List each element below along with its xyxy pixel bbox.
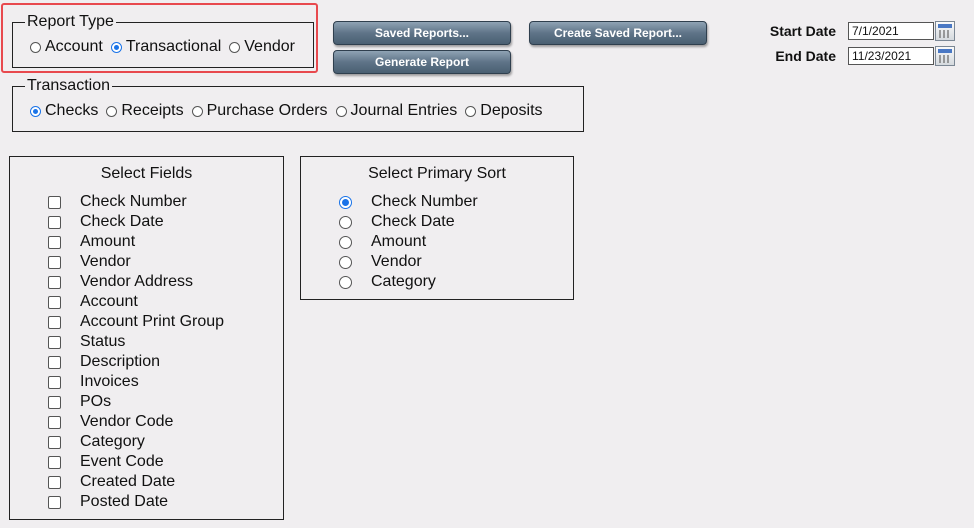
transaction-receipts[interactable]: Receipts (106, 102, 184, 120)
sort-item[interactable]: Check Date (339, 212, 455, 232)
radio-icon[interactable] (106, 105, 118, 117)
field-item[interactable]: Posted Date (48, 492, 168, 512)
field-item[interactable]: Account Print Group (48, 312, 224, 332)
end-date-input[interactable]: 11/23/2021 (848, 47, 934, 65)
generate-report-button[interactable]: Generate Report (333, 50, 511, 74)
end-date-label: End Date (775, 48, 836, 64)
checkbox-icon[interactable] (48, 475, 61, 489)
report-type-options: Account Transactional Vendor (30, 38, 299, 56)
checkbox-icon[interactable] (48, 255, 61, 269)
checkbox-icon[interactable] (48, 375, 61, 389)
select-fields-title: Select Fields (100, 165, 193, 182)
start-date-label: Start Date (769, 23, 836, 39)
sort-item[interactable]: Vendor (339, 252, 422, 272)
checkbox-icon[interactable] (48, 195, 61, 209)
radio-selected-icon[interactable] (30, 105, 41, 117)
start-date-input[interactable]: 7/1/2021 (848, 22, 934, 40)
radio-icon[interactable] (339, 255, 352, 269)
transaction-legend: Transaction (27, 77, 110, 94)
field-item[interactable]: Category (48, 432, 145, 452)
checkbox-icon[interactable] (48, 355, 61, 369)
transaction-journal-entries[interactable]: Journal Entries (335, 102, 457, 120)
end-date-calendar-icon[interactable] (935, 46, 955, 66)
checkbox-icon[interactable] (48, 435, 61, 449)
transaction-purchase-orders[interactable]: Purchase Orders (191, 102, 328, 120)
select-fields-panel: Select Fields Check Number Check Date Am… (9, 156, 284, 520)
transaction-deposits[interactable]: Deposits (465, 102, 543, 120)
radio-icon[interactable] (339, 235, 352, 249)
radio-icon[interactable] (465, 105, 477, 117)
checkbox-icon[interactable] (48, 215, 61, 229)
radio-icon[interactable] (339, 275, 352, 289)
field-item[interactable]: Vendor (48, 252, 131, 272)
report-type-account[interactable]: Account (30, 38, 103, 56)
primary-sort-panel: Select Primary Sort Check Number Check D… (300, 156, 574, 300)
primary-sort-title: Select Primary Sort (368, 165, 506, 182)
radio-icon[interactable] (229, 41, 241, 53)
checkbox-icon[interactable] (48, 415, 61, 429)
radio-icon[interactable] (339, 215, 352, 229)
start-date-calendar-icon[interactable] (935, 21, 955, 41)
create-saved-report-button[interactable]: Create Saved Report... (529, 21, 707, 45)
checkbox-icon[interactable] (48, 275, 61, 289)
sort-item[interactable]: Category (339, 272, 436, 292)
sort-item[interactable]: Amount (339, 232, 426, 252)
saved-reports-button[interactable]: Saved Reports... (333, 21, 511, 45)
checkbox-icon[interactable] (48, 315, 61, 329)
checkbox-icon[interactable] (48, 455, 61, 469)
field-item[interactable]: Created Date (48, 472, 175, 492)
transaction-checks[interactable]: Checks (30, 102, 98, 120)
field-item[interactable]: Vendor Address (48, 272, 193, 292)
field-item[interactable]: Amount (48, 232, 135, 252)
radio-icon[interactable] (335, 105, 347, 117)
transaction-options: Checks Receipts Purchase Orders Journal … (30, 102, 547, 120)
radio-selected-icon[interactable] (110, 41, 122, 53)
field-item[interactable]: POs (48, 392, 111, 412)
field-item[interactable]: Check Date (48, 212, 164, 232)
report-type-vendor[interactable]: Vendor (229, 38, 295, 56)
checkbox-icon[interactable] (48, 235, 61, 249)
field-item[interactable]: Account (48, 292, 138, 312)
radio-icon[interactable] (30, 41, 41, 53)
field-item[interactable]: Event Code (48, 452, 164, 472)
sort-item[interactable]: Check Number (339, 192, 478, 212)
checkbox-icon[interactable] (48, 495, 61, 509)
checkbox-icon[interactable] (48, 395, 61, 409)
report-type-transactional[interactable]: Transactional (110, 38, 221, 56)
field-item[interactable]: Description (48, 352, 160, 372)
radio-selected-icon[interactable] (339, 195, 352, 209)
field-item[interactable]: Status (48, 332, 125, 352)
field-item[interactable]: Invoices (48, 372, 139, 392)
checkbox-icon[interactable] (48, 335, 61, 349)
checkbox-icon[interactable] (48, 295, 61, 309)
report-type-legend: Report Type (27, 13, 114, 30)
radio-icon[interactable] (191, 105, 203, 117)
field-item[interactable]: Check Number (48, 192, 187, 212)
field-item[interactable]: Vendor Code (48, 412, 173, 432)
